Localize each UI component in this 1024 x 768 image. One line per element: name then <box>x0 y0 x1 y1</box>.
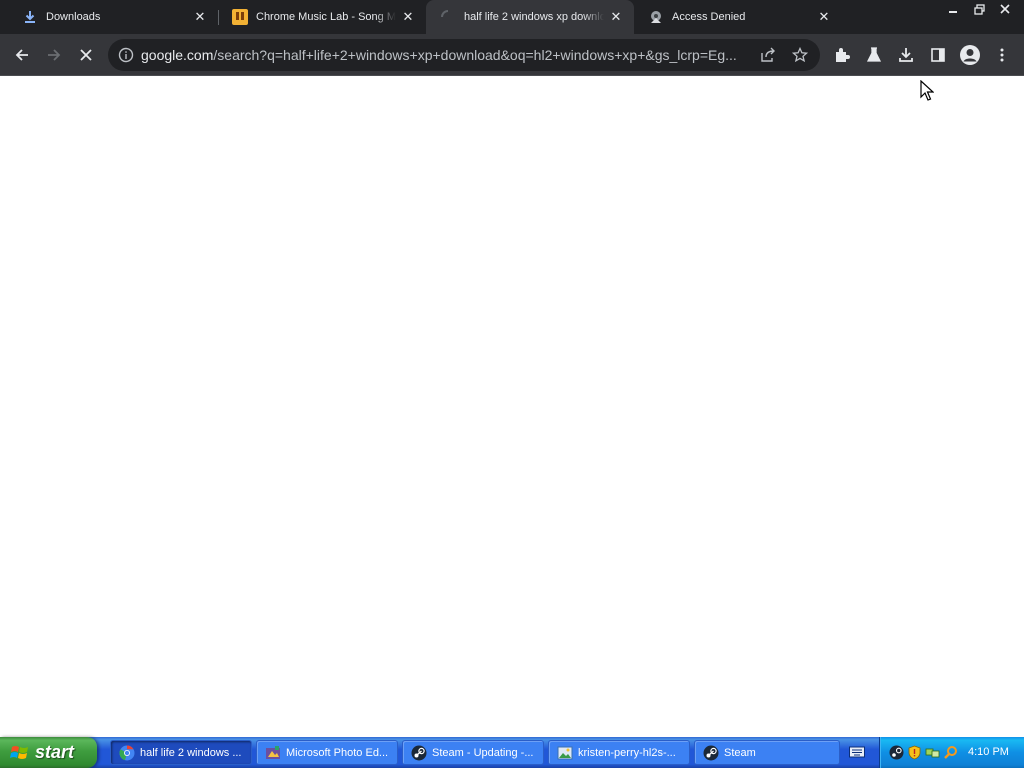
access-denied-icon <box>648 9 664 25</box>
windows-flag-icon <box>10 745 28 759</box>
bookmark-star-icon[interactable] <box>790 45 810 65</box>
url-path: /search?q=half+life+2+windows+xp+downloa… <box>213 47 737 63</box>
forward-button[interactable] <box>40 41 68 69</box>
close-tab-icon[interactable]: ✕ <box>608 9 624 25</box>
system-tray: 4:10 PM <box>879 737 1024 768</box>
profile-button[interactable] <box>956 41 984 69</box>
network-icon[interactable] <box>925 745 940 760</box>
close-tab-icon[interactable]: ✕ <box>192 9 208 25</box>
taskbar: start half life 2 windows ... Microsoft … <box>0 737 1024 768</box>
photo-editor-icon <box>266 745 280 759</box>
downloads-button[interactable] <box>892 41 920 69</box>
taskbar-item-label: half life 2 windows ... <box>140 746 242 759</box>
tab-title: Chrome Music Lab - Song Maker <box>256 11 396 23</box>
address-bar[interactable]: google.com/search?q=half+life+2+windows+… <box>108 39 820 71</box>
menu-button[interactable] <box>988 41 1016 69</box>
flask-icon <box>866 47 882 62</box>
url-text[interactable]: google.com/search?q=half+life+2+windows+… <box>141 47 753 63</box>
side-panel-button[interactable] <box>924 41 952 69</box>
back-button[interactable] <box>8 41 36 69</box>
security-shield-icon[interactable] <box>907 745 922 760</box>
profile-avatar-icon <box>960 45 980 65</box>
taskbar-item-photo-editor[interactable]: Microsoft Photo Ed... <box>256 740 398 765</box>
forward-arrow-icon <box>48 49 61 61</box>
window-controls <box>940 0 1018 18</box>
side-panel-icon <box>931 48 945 62</box>
close-icon <box>80 49 92 61</box>
page-content <box>0 77 1024 736</box>
taskbar-item-label: Microsoft Photo Ed... <box>286 746 389 759</box>
keyboard-icon[interactable] <box>849 745 865 759</box>
steam-tray-icon[interactable] <box>889 745 904 760</box>
stop-loading-button[interactable] <box>72 41 100 69</box>
labs-button[interactable] <box>860 41 888 69</box>
close-tab-icon[interactable]: ✕ <box>816 9 832 25</box>
site-info-icon[interactable] <box>118 47 134 63</box>
taskbar-item-label: Steam <box>724 746 756 759</box>
clock: 4:10 PM <box>968 746 1009 758</box>
taskbar-item-steam-updating[interactable]: Steam - Updating -... <box>402 740 544 765</box>
tab-title: Downloads <box>46 11 101 23</box>
loading-spinner-icon <box>440 9 456 25</box>
taskbar-item-label: Steam - Updating -... <box>432 746 534 759</box>
extensions-button[interactable] <box>828 41 856 69</box>
close-tab-icon[interactable]: ✕ <box>400 9 416 25</box>
restore-button[interactable] <box>966 0 992 18</box>
close-window-button[interactable] <box>992 0 1018 18</box>
taskbar-item-chrome[interactable]: half life 2 windows ... <box>110 740 252 765</box>
tab-chrome-music-lab[interactable]: Chrome Music Lab - Song Maker ✕ <box>218 0 426 34</box>
share-icon[interactable] <box>758 45 778 65</box>
kebab-menu-icon <box>1000 48 1004 62</box>
download-icon <box>899 48 913 62</box>
url-host: google.com <box>141 47 214 63</box>
puzzle-icon <box>836 48 850 62</box>
tab-downloads[interactable]: Downloads ✕ <box>8 0 218 34</box>
mouse-pointer-icon <box>920 80 934 101</box>
tab-access-denied[interactable]: Access Denied ✕ <box>634 0 842 34</box>
search-icon[interactable] <box>943 745 958 760</box>
taskbar-item-label: kristen-perry-hl2s-... <box>578 746 676 759</box>
start-label: start <box>35 742 75 762</box>
chrome-icon <box>119 745 135 760</box>
steam-icon <box>703 745 719 760</box>
browser-toolbar: google.com/search?q=half+life+2+windows+… <box>0 34 1024 76</box>
image-file-icon <box>557 746 573 759</box>
tab-google-search[interactable]: half life 2 windows xp download - Google… <box>426 0 634 34</box>
tab-title: half life 2 windows xp download - Google… <box>464 11 604 23</box>
download-icon <box>22 9 38 25</box>
minimize-button[interactable] <box>940 0 966 18</box>
tab-strip: Downloads ✕ Chrome Music Lab - Song Make… <box>0 0 1024 34</box>
taskbar-item-image-viewer[interactable]: kristen-perry-hl2s-... <box>548 740 690 765</box>
taskbar-item-steam[interactable]: Steam <box>694 740 840 765</box>
back-arrow-icon <box>15 49 28 61</box>
start-button[interactable]: start <box>0 737 97 768</box>
music-lab-icon <box>232 9 248 25</box>
steam-icon <box>411 745 427 760</box>
tab-title: Access Denied <box>672 11 746 23</box>
